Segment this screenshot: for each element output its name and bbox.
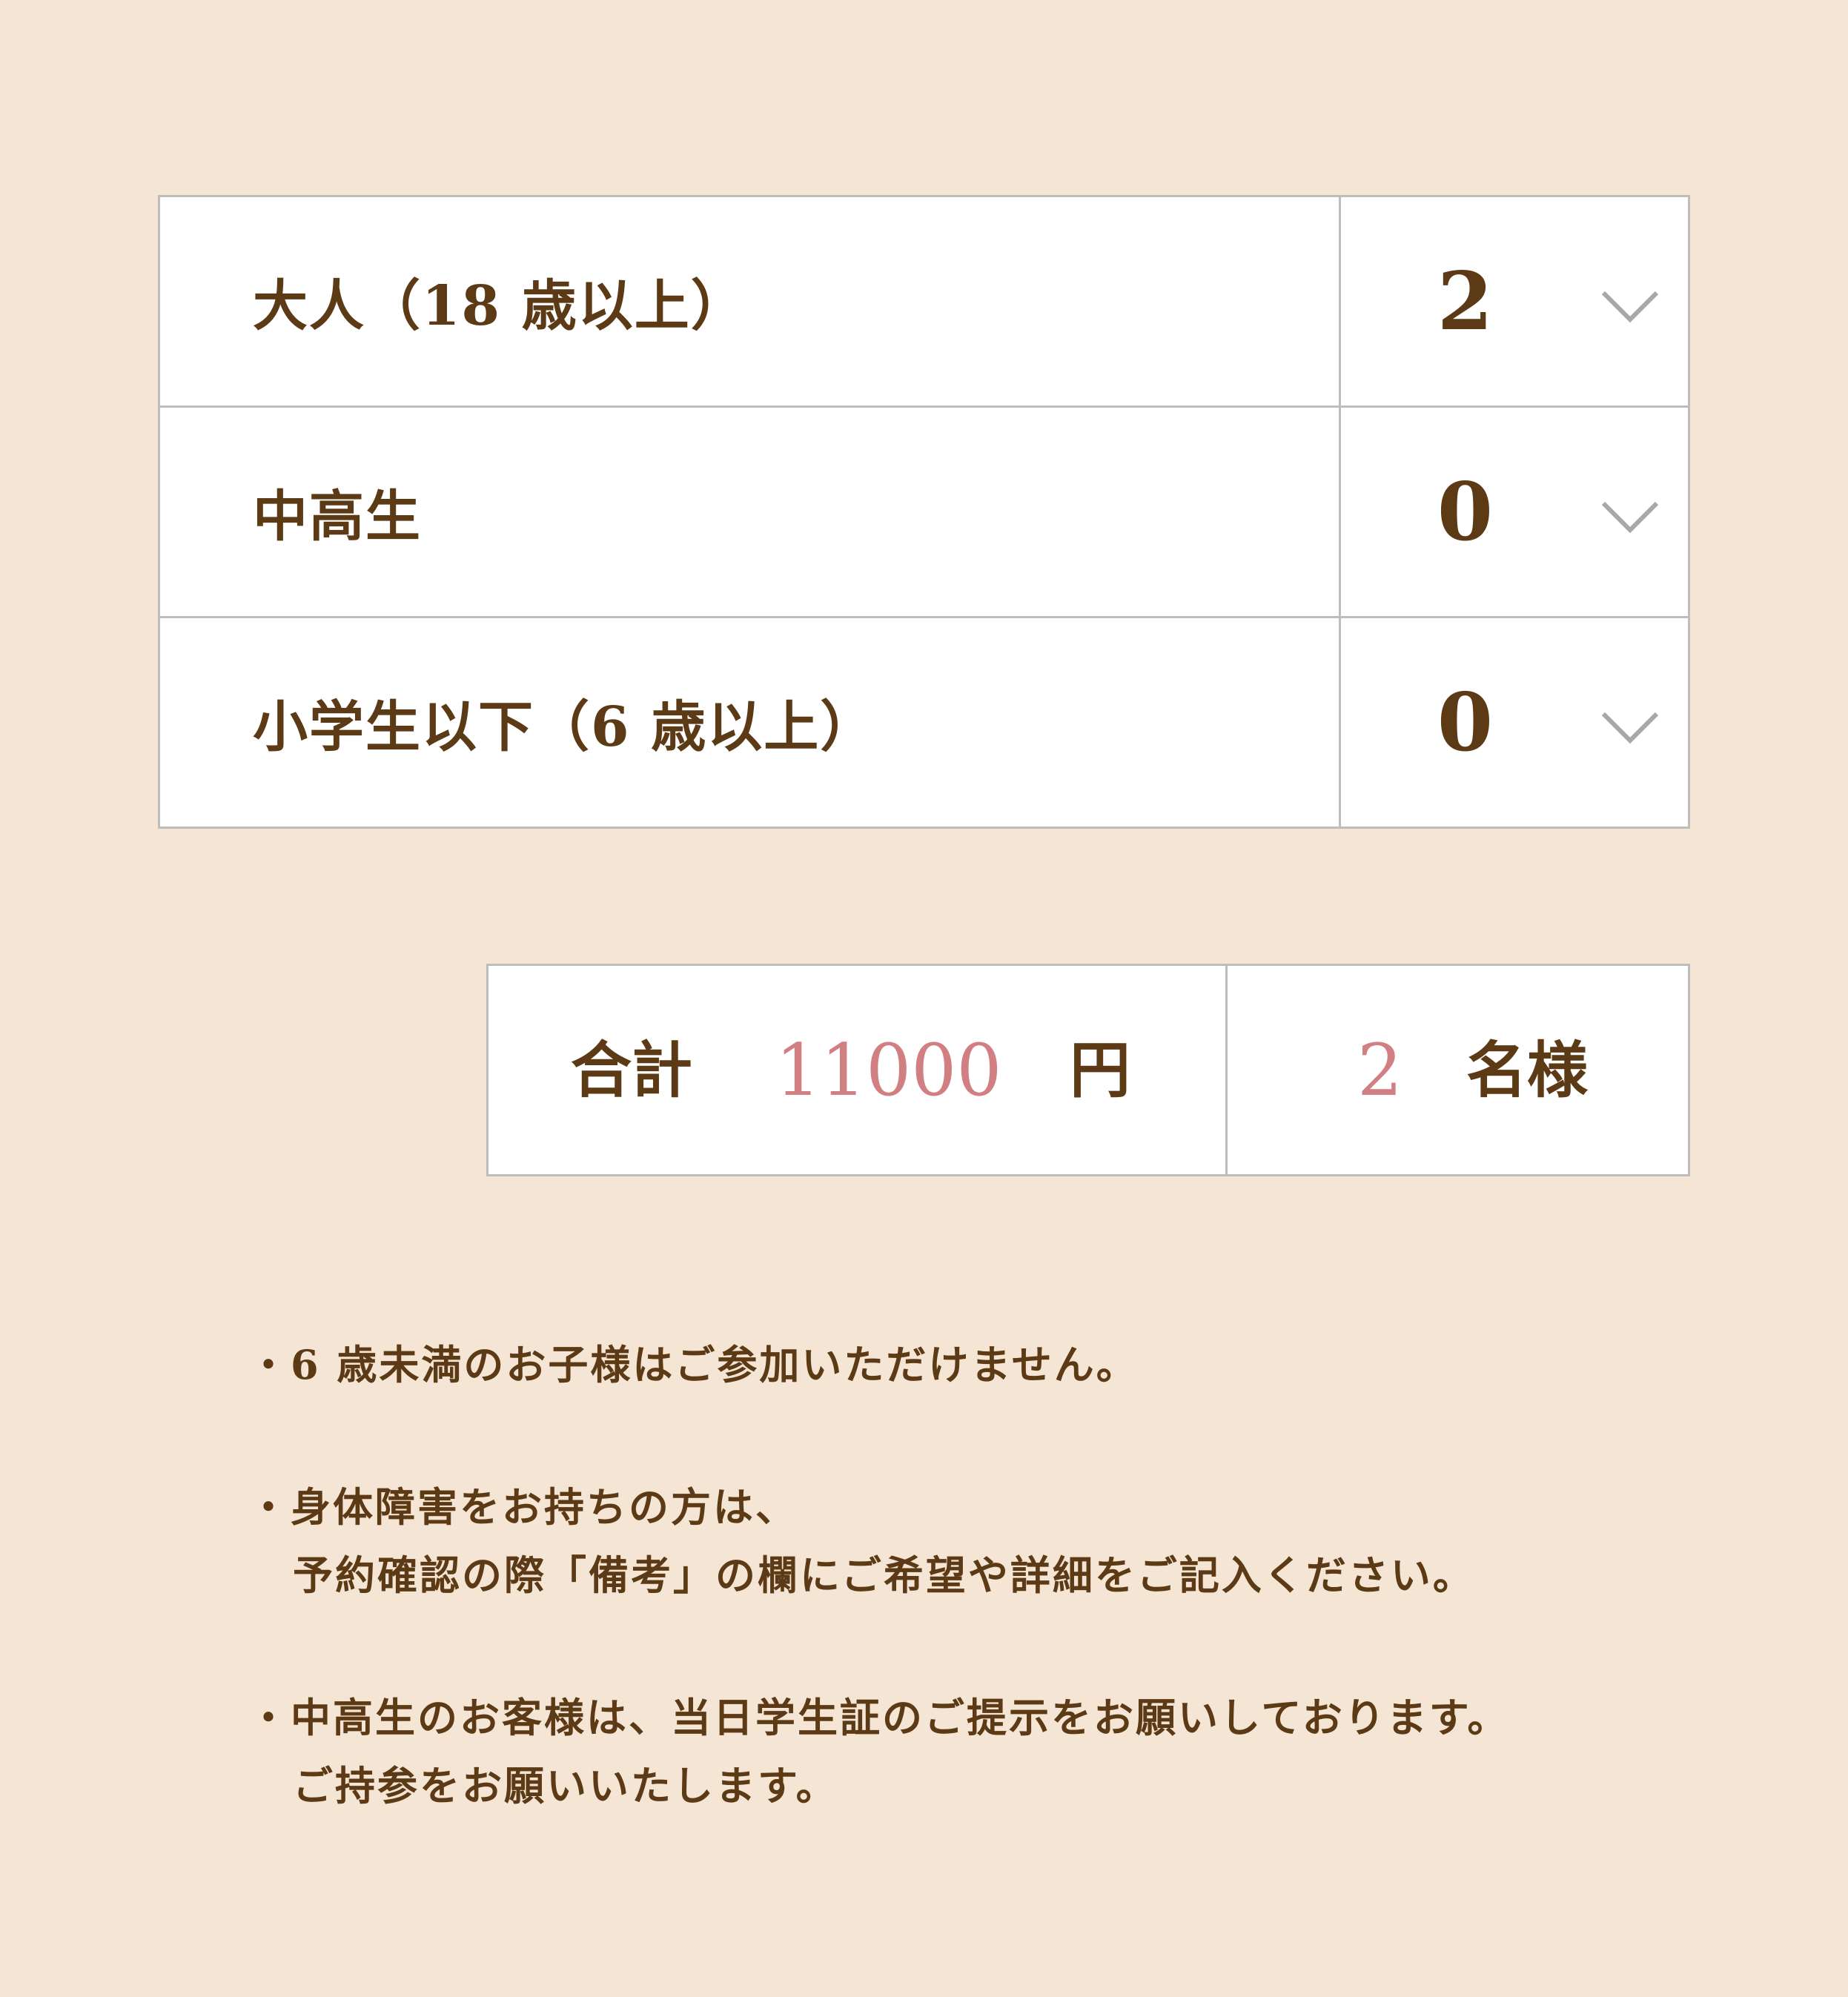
people-unit: 名様 [1466, 1034, 1589, 1106]
student-quantity-value: 0 [1437, 465, 1494, 559]
note-line: ・中高生のお客様は、当日学生証のご提示をお願いしております。 [248, 1694, 1510, 1741]
total-people: 2 名様 [1228, 966, 1688, 1174]
note-line: 予約確認の際「備考」の欄にご希望や詳細をご記入ください。 [293, 1551, 1475, 1599]
note-line: ご持参をお願いいたします。 [293, 1762, 838, 1809]
note-line: ・身体障害をお持ちの方は、 [248, 1483, 798, 1531]
total-label: 合計 [571, 1034, 693, 1106]
note-line: ・6 歳未満のお子様はご参加いただけません。 [248, 1341, 1139, 1388]
note-age-limit: ・6 歳未満のお子様はご参加いただけません。 [248, 1331, 1731, 1399]
people-count: 2 [1357, 1028, 1403, 1112]
total-amount: 11000 [775, 1028, 1002, 1112]
child-quantity-value: 0 [1437, 675, 1494, 769]
adult-quantity-value: 2 [1437, 254, 1494, 348]
ticket-label-child: 小学生以下（6 歳以上） [160, 618, 1341, 827]
ticket-row-student: 中高生 0 [160, 408, 1688, 618]
total-price: 合計 11000 円 [489, 966, 1228, 1174]
student-quantity-select[interactable]: 0 [1341, 408, 1688, 616]
ticket-label-student: 中高生 [160, 408, 1341, 616]
notes-section: ・6 歳未満のお子様はご参加いただけません。 ・身体障害をお持ちの方は、 予約確… [248, 1331, 1731, 1820]
chevron-down-icon [1601, 291, 1659, 322]
child-quantity-select[interactable]: 0 [1341, 618, 1688, 827]
chevron-down-icon [1601, 712, 1659, 744]
order-summary: 合計 11000 円 2 名様 [486, 964, 1690, 1176]
currency-label: 円 [1070, 1034, 1131, 1106]
chevron-down-icon [1601, 501, 1659, 533]
ticket-row-adult: 大人（18 歳以上） 2 [160, 197, 1688, 408]
ticket-quantity-table: 大人（18 歳以上） 2 中高生 0 小学生以下（6 歳以上） 0 [158, 195, 1690, 829]
note-disability: ・身体障害をお持ちの方は、 予約確認の際「備考」の欄にご希望や詳細をご記入くださ… [248, 1473, 1731, 1609]
note-student-id: ・中高生のお客様は、当日学生証のご提示をお願いしております。 ご持参をお願いいた… [248, 1683, 1731, 1820]
adult-quantity-select[interactable]: 2 [1341, 197, 1688, 405]
ticket-label-adult: 大人（18 歳以上） [160, 197, 1341, 405]
ticket-row-child: 小学生以下（6 歳以上） 0 [160, 618, 1688, 827]
